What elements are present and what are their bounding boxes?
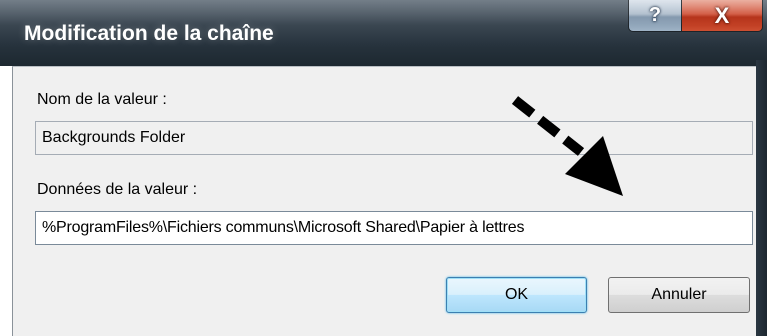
- dashed-arrow-icon: [511, 96, 623, 196]
- value-data-label: Données de la valeur :: [37, 181, 198, 198]
- dialog-title: Modification de la chaîne: [24, 22, 274, 45]
- close-icon: X: [714, 2, 730, 28]
- title-bar[interactable]: Modification de la chaîne ? X: [0, 0, 767, 66]
- help-button[interactable]: ?: [628, 0, 682, 32]
- value-data-input[interactable]: [35, 211, 753, 245]
- value-name-field: Backgrounds Folder: [35, 121, 753, 155]
- ok-button[interactable]: OK: [446, 277, 587, 313]
- cancel-button[interactable]: Annuler: [608, 277, 750, 313]
- edit-string-dialog: Modification de la chaîne ? X Nom de la …: [0, 0, 767, 336]
- help-icon: ?: [648, 4, 662, 26]
- close-button[interactable]: X: [681, 0, 763, 32]
- window-frame: [756, 60, 767, 336]
- value-name-label: Nom de la valeur :: [37, 91, 167, 108]
